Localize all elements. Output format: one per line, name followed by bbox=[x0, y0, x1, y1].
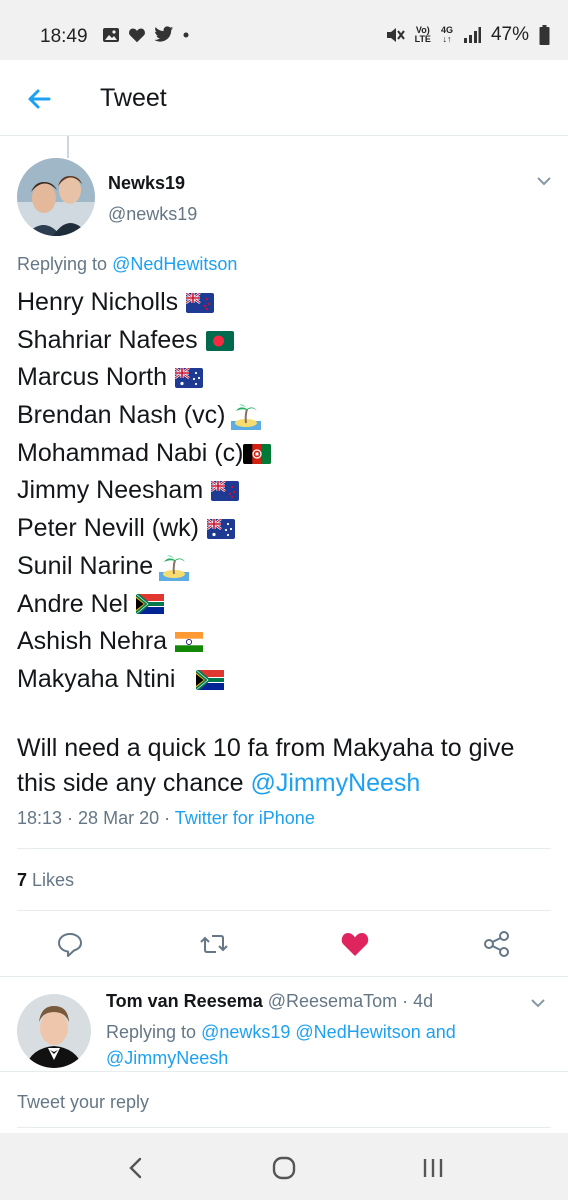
page-title: Tweet bbox=[100, 84, 167, 112]
reply-age: 4d bbox=[413, 991, 434, 1011]
retweet-icon bbox=[200, 935, 228, 953]
data-type-indicator: 4G ↓↑ bbox=[440, 25, 453, 44]
avatar[interactable] bbox=[17, 158, 95, 236]
nav-home-icon bbox=[272, 1156, 296, 1180]
likes-count[interactable]: 7 Likes bbox=[17, 870, 74, 891]
tweet-line: Makyaha Ntini bbox=[17, 661, 557, 699]
flag-australia-icon bbox=[206, 518, 235, 539]
mention-link[interactable]: @JimmyNeesh bbox=[106, 1048, 228, 1068]
tweet-line: Andre Nel bbox=[17, 586, 557, 624]
flag-bangladesh-icon bbox=[205, 330, 234, 351]
chevron-down-icon bbox=[531, 999, 545, 1008]
mention-link[interactable]: @NedHewitson bbox=[295, 1022, 420, 1042]
nav-back-icon bbox=[129, 1157, 142, 1179]
tweet-date: 28 Mar 20 bbox=[78, 808, 160, 828]
tweet-line: Shahriar Nafees bbox=[17, 322, 557, 360]
island-emoji-icon bbox=[231, 404, 262, 430]
author-handle[interactable]: @newks19 bbox=[108, 204, 197, 225]
reply-author-name[interactable]: Tom van Reesema bbox=[106, 991, 263, 1011]
tweet-line: Mohammad Nabi (c) bbox=[17, 435, 557, 473]
tweet-closing-text: Will need a quick 10 fa from Makyaha to … bbox=[17, 734, 515, 797]
reply-button[interactable] bbox=[54, 928, 86, 960]
tweet-line: Marcus North bbox=[17, 359, 557, 397]
reply-options-button[interactable] bbox=[530, 996, 546, 1014]
dot-icon bbox=[183, 32, 189, 37]
nav-back-button[interactable] bbox=[121, 1153, 151, 1183]
nav-recents-icon bbox=[423, 1159, 443, 1177]
flag-south-africa-icon bbox=[196, 669, 225, 690]
nav-recents-button[interactable] bbox=[418, 1153, 448, 1183]
comment-icon bbox=[58, 933, 82, 957]
reply-input[interactable]: Tweet your reply bbox=[17, 1092, 149, 1113]
flag-afghanistan-icon bbox=[243, 443, 272, 464]
nav-home-button[interactable] bbox=[269, 1153, 299, 1183]
mention-link[interactable]: @newks19 bbox=[201, 1022, 290, 1042]
flag-india-icon bbox=[175, 632, 204, 653]
tweet-meta: 18:13 · 28 Mar 20 · Twitter for iPhone bbox=[17, 808, 315, 828]
flag-new-zealand-icon bbox=[211, 481, 240, 502]
avatar[interactable] bbox=[17, 994, 91, 1068]
share-button[interactable] bbox=[481, 928, 513, 960]
gallery-icon bbox=[103, 27, 119, 42]
reply-author-handle[interactable]: @ReesemaTom bbox=[268, 991, 397, 1011]
signal-icon bbox=[463, 27, 481, 43]
divider bbox=[17, 910, 551, 911]
arrow-left-icon bbox=[28, 89, 51, 109]
system-nav-bar bbox=[0, 1133, 568, 1200]
twitter-bird-icon bbox=[154, 26, 174, 42]
retweet-button[interactable] bbox=[198, 928, 230, 960]
tweet-line: Jimmy Neesham bbox=[17, 472, 557, 510]
tweet-source-link[interactable]: Twitter for iPhone bbox=[175, 808, 315, 828]
heart-icon bbox=[129, 27, 145, 42]
tweet-line: Sunil Narine bbox=[17, 548, 557, 586]
tweet-time: 18:13 bbox=[17, 808, 63, 828]
divider bbox=[17, 1127, 551, 1128]
volte-indicator: Vo) LTE bbox=[414, 25, 431, 44]
flag-new-zealand-icon bbox=[186, 292, 215, 313]
reply-compose-bar: Tweet your reply bbox=[0, 1071, 568, 1133]
flag-south-africa-icon bbox=[136, 594, 165, 615]
like-button[interactable] bbox=[339, 928, 371, 960]
island-emoji-icon bbox=[159, 555, 190, 581]
tweet-line: Ashish Nehra bbox=[17, 623, 557, 661]
notification-icons bbox=[102, 26, 190, 43]
divider bbox=[0, 976, 568, 977]
status-bar: 18:49 Vo) LTE 4G ↓↑ 47% bbox=[0, 0, 568, 60]
back-button[interactable] bbox=[22, 82, 56, 116]
app-header: Tweet bbox=[0, 60, 568, 136]
tweet-line: Peter Nevill (wk) bbox=[17, 510, 557, 548]
battery-percent: 47% bbox=[490, 24, 529, 45]
tweet-line: Brendan Nash (vc) bbox=[17, 397, 557, 435]
status-time: 18:49 bbox=[40, 26, 88, 47]
thread-connector-line bbox=[67, 136, 69, 158]
divider bbox=[17, 848, 551, 849]
status-right: Vo) LTE 4G ↓↑ 47% bbox=[385, 24, 550, 46]
heart-filled-icon bbox=[341, 933, 369, 956]
replying-to: Replying to @NedHewitson bbox=[17, 254, 238, 274]
author-name[interactable]: Newks19 bbox=[108, 173, 185, 194]
mute-icon bbox=[386, 28, 405, 42]
tweet-text: Henry Nicholls Shahriar Nafees Marcus No… bbox=[17, 284, 557, 699]
mention-link[interactable]: @JimmyNeesh bbox=[250, 769, 420, 797]
battery-icon bbox=[539, 25, 550, 45]
reply-header: Tom van Reesema @ReesemaTom · 4d bbox=[106, 991, 434, 1011]
flag-australia-icon bbox=[175, 368, 204, 389]
chevron-down-icon bbox=[537, 177, 551, 186]
tweet-options-button[interactable] bbox=[536, 174, 552, 192]
reply-replying-to: Replying to @newks19 @NedHewitson and @J… bbox=[106, 1022, 456, 1068]
mention-link[interactable]: @NedHewitson bbox=[112, 254, 237, 274]
tweet-line: Henry Nicholls bbox=[17, 284, 557, 322]
share-icon bbox=[484, 931, 509, 957]
